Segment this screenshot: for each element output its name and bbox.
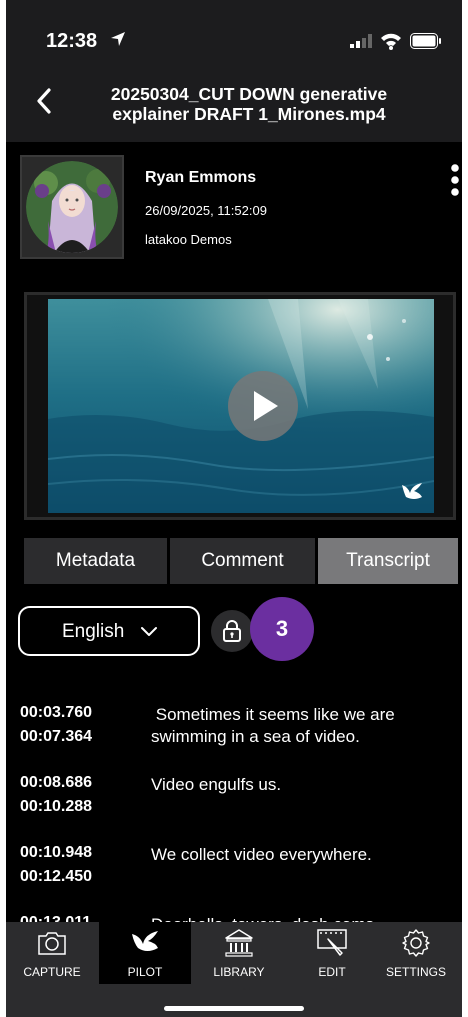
- nav-settings[interactable]: SETTINGS: [370, 922, 462, 984]
- play-button[interactable]: [228, 371, 298, 441]
- count-badge: 3: [250, 597, 314, 661]
- segment-end-time: 00:07.364: [20, 728, 93, 745]
- post-group: latakoo Demos: [145, 232, 232, 247]
- lock-button[interactable]: [211, 610, 253, 652]
- library-icon: [225, 929, 253, 957]
- status-bar: 12:38: [6, 0, 462, 80]
- tab-metadata[interactable]: Metadata: [24, 538, 167, 584]
- video-player[interactable]: [24, 292, 456, 520]
- transcript-segment[interactable]: 00:03.760 00:07.364 Sometimes it seems l…: [6, 696, 462, 766]
- phone-screen: 12:38 20250304_CUT DOWN generative expla…: [6, 0, 462, 1017]
- nav-library[interactable]: LIBRARY: [193, 922, 285, 984]
- more-options-icon[interactable]: [450, 162, 460, 198]
- segment-text: Doorbells, towers, dash cams: [151, 914, 446, 922]
- avatar-frame: [20, 155, 124, 259]
- nav-label: PILOT: [127, 965, 163, 979]
- avatar: [26, 161, 118, 253]
- language-selected: English: [62, 621, 125, 642]
- transcript-list: 00:03.760 00:07.364 Sometimes it seems l…: [6, 696, 462, 922]
- tab-transcript[interactable]: Transcript: [318, 538, 458, 584]
- status-time: 12:38: [46, 30, 98, 52]
- chevron-down-icon: [141, 627, 157, 636]
- segment-text: We collect video everywhere.: [151, 845, 372, 864]
- post-date: 26/09/2025, 11:52:09: [145, 203, 267, 218]
- nav-label: LIBRARY: [213, 965, 265, 979]
- play-icon: [254, 391, 278, 421]
- wifi-icon: [381, 33, 401, 50]
- transcript-segment[interactable]: 00:08.686 00:10.288 Video engulfs us.: [6, 766, 462, 836]
- segment-start-time: 00:13.011: [20, 914, 91, 922]
- location-arrow-icon: [111, 32, 125, 46]
- detail-tabs: Metadata Comment Transcript: [24, 538, 458, 584]
- segment-start-time: 00:08.686: [20, 774, 93, 791]
- edit-icon: [317, 929, 347, 956]
- nav-label: EDIT: [318, 965, 346, 979]
- header-bar: 20250304_CUT DOWN generative explainer D…: [6, 80, 462, 142]
- page-title: 20250304_CUT DOWN generative explainer D…: [110, 84, 388, 124]
- language-select[interactable]: English: [18, 606, 200, 656]
- author-name: Ryan Emmons: [145, 169, 257, 186]
- back-chevron-icon[interactable]: [32, 86, 56, 116]
- gear-icon: [402, 929, 430, 957]
- segment-end-time: 00:12.450: [20, 868, 93, 885]
- tab-comment[interactable]: Comment: [170, 538, 315, 584]
- bottom-nav: CAPTURE PILOT LIBRARY EDIT SETTINGS: [6, 922, 462, 1017]
- nav-pilot[interactable]: PILOT: [99, 922, 191, 984]
- post-info: Ryan Emmons 26/09/2025, 11:52:09 latakoo…: [6, 142, 462, 270]
- nav-capture[interactable]: CAPTURE: [6, 922, 98, 984]
- segment-end-time: 00:10.288: [20, 798, 93, 815]
- segment-text: Sometimes it seems like we are swimming …: [151, 705, 400, 746]
- segment-start-time: 00:03.760: [20, 704, 93, 721]
- nav-label: SETTINGS: [385, 965, 446, 979]
- lock-icon: [223, 620, 241, 642]
- segment-start-time: 00:10.948: [20, 844, 93, 861]
- nav-edit[interactable]: EDIT: [286, 922, 378, 984]
- transcript-segment[interactable]: 00:10.948 00:12.450 We collect video eve…: [6, 836, 462, 906]
- home-indicator: [164, 1006, 304, 1011]
- signal-icon: [350, 34, 372, 48]
- video-thumbnail: [48, 299, 434, 513]
- transcript-segment[interactable]: 00:13.011 Doorbells, towers, dash cams: [6, 906, 462, 922]
- battery-icon: [410, 33, 441, 49]
- dove-logo-icon: [402, 483, 422, 499]
- nav-label: CAPTURE: [23, 965, 81, 979]
- camera-icon: [38, 932, 66, 955]
- segment-text: Video engulfs us.: [151, 775, 282, 794]
- dove-icon: [132, 931, 158, 951]
